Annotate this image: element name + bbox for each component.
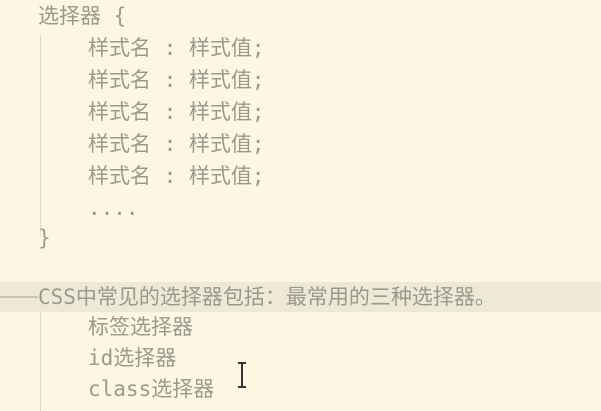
code-line-rule[interactable]: 样式名 : 样式值;: [88, 64, 601, 96]
selector-open-line[interactable]: 选择器 {: [38, 0, 601, 32]
indent-guide: [40, 36, 41, 236]
note-line[interactable]: CSS中常见的选择器包括：最常用的三种选择器。: [38, 281, 601, 313]
close-brace-line[interactable]: }: [38, 222, 601, 254]
ellipsis-line[interactable]: ....: [88, 192, 601, 224]
code-line-rule[interactable]: 样式名 : 样式值;: [88, 128, 601, 160]
current-line-marker: [0, 296, 38, 298]
indent-guide: [40, 312, 41, 411]
selector-type-line[interactable]: class选择器: [88, 373, 601, 405]
code-line-rule[interactable]: 样式名 : 样式值;: [88, 96, 601, 128]
selector-type-line[interactable]: id选择器: [88, 342, 601, 374]
ibeam-cursor-icon: [238, 362, 246, 388]
code-line-rule[interactable]: 样式名 : 样式值;: [88, 160, 601, 192]
code-line-rule[interactable]: 样式名 : 样式值;: [88, 32, 601, 64]
selector-type-line[interactable]: 标签选择器: [88, 311, 601, 343]
code-editor[interactable]: 选择器 { 样式名 : 样式值; 样式名 : 样式值; 样式名 : 样式值; 样…: [0, 0, 601, 411]
